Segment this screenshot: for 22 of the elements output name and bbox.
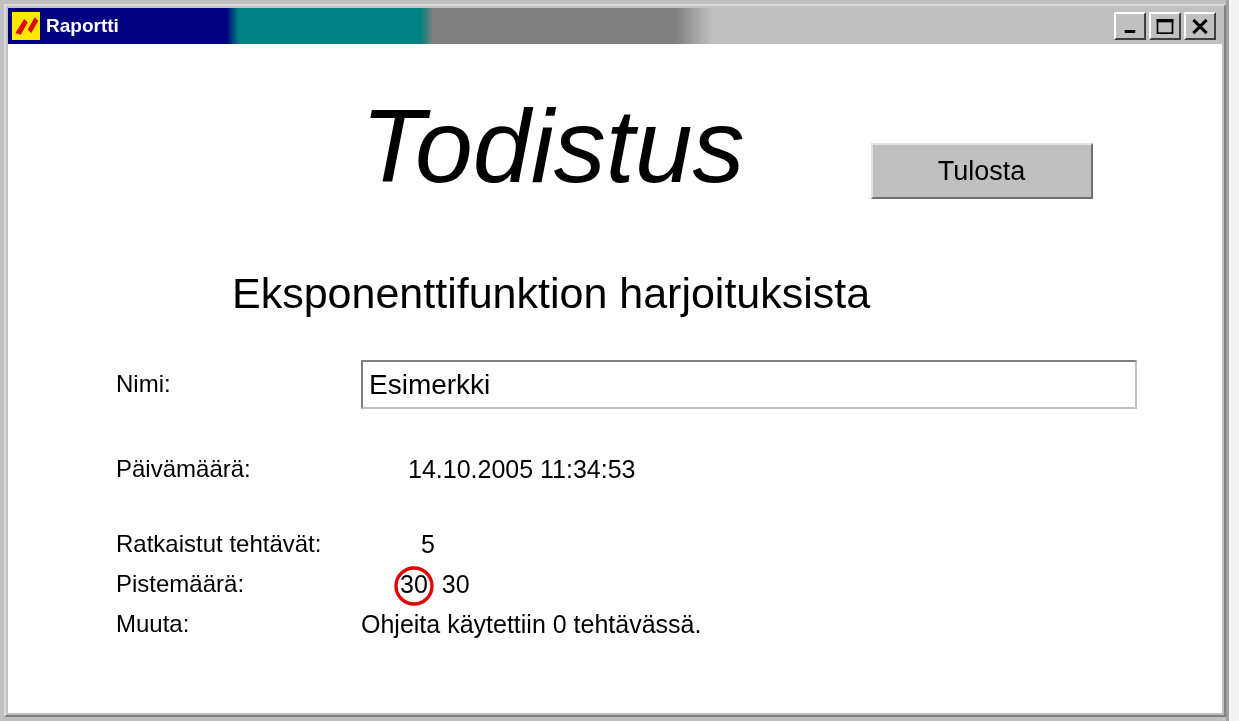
date-value: 14.10.2005 11:34:53	[408, 455, 636, 484]
name-field[interactable]: Esimerkki	[361, 360, 1137, 409]
solved-value: 5	[421, 529, 435, 559]
close-button[interactable]	[1184, 12, 1216, 40]
subtitle: Eksponenttifunktion harjoituksista	[232, 269, 872, 318]
print-button[interactable]: Tulosta	[870, 143, 1093, 199]
solved-label: Ratkaistut tehtävät:	[116, 530, 323, 558]
maximize-icon	[1155, 17, 1175, 35]
minimize-button[interactable]	[1114, 12, 1146, 40]
app-icon	[12, 12, 40, 40]
maximize-button[interactable]	[1149, 12, 1181, 40]
other-label: Muuta:	[116, 610, 191, 638]
date-label: Päivämäärä:	[116, 455, 252, 484]
score-points: 30	[400, 569, 428, 599]
other-value: Ohjeita käytettiin 0 tehtävässä.	[361, 609, 702, 639]
certificate-heading: Todistus	[361, 89, 745, 204]
close-icon	[1190, 17, 1210, 35]
score-total: 30	[441, 569, 470, 599]
minimize-icon	[1124, 29, 1136, 33]
window-title: Raportti	[46, 15, 119, 37]
score-label: Pistemäärä:	[116, 570, 246, 598]
name-label: Nimi:	[116, 370, 172, 398]
